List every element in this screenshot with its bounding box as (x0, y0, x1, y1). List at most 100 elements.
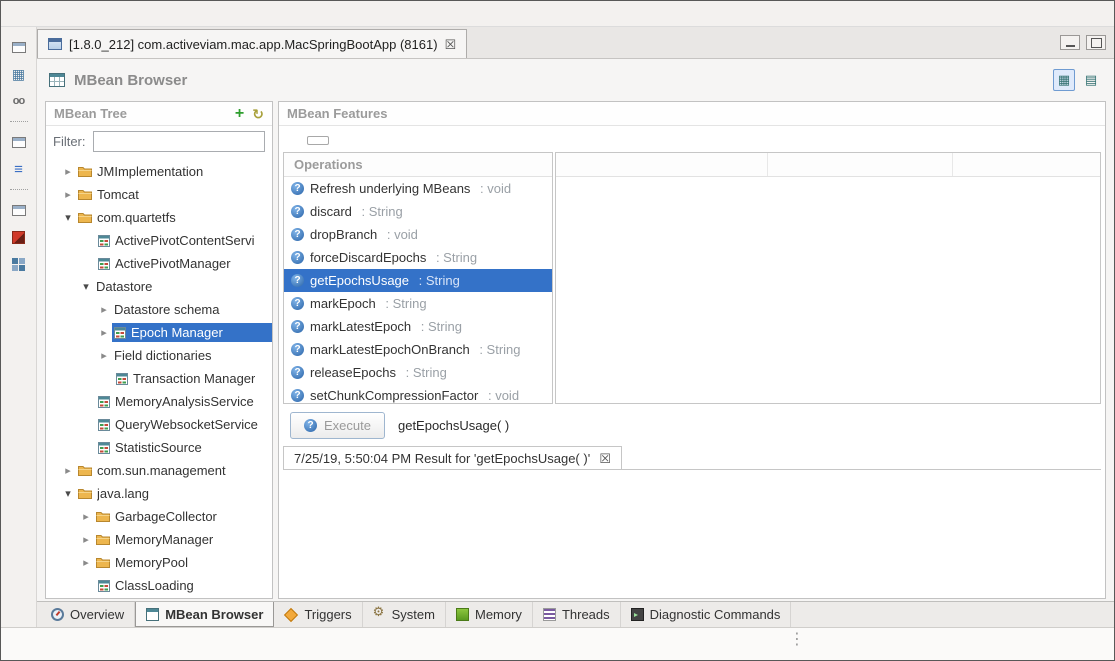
console-window-icon[interactable] (9, 202, 29, 218)
four-squares-icon (12, 258, 25, 271)
tree-node-label: ActivePivotManager (115, 256, 231, 271)
result-tab[interactable]: 7/25/19, 5:50:04 PM Result for 'getEpoch… (283, 446, 622, 469)
jvm-red-icon[interactable] (9, 229, 29, 245)
markEpoch[interactable]: markEpoch String (284, 292, 552, 315)
tab-diagnostic-commands[interactable]: Diagnostic Commands (621, 602, 792, 627)
tree-node[interactable]: Transaction Manager (46, 367, 272, 390)
expand-arrow-icon[interactable] (78, 510, 94, 523)
getEpochsUsage[interactable]: getEpochsUsage String (284, 269, 552, 292)
restore-window-icon[interactable] (9, 39, 29, 55)
tree-node[interactable]: ActivePivotContentServi (46, 229, 272, 252)
menu-window[interactable] (69, 11, 87, 17)
expand-arrow-icon[interactable] (60, 188, 76, 201)
editor-window-icon[interactable] (9, 134, 29, 150)
tree-node[interactable]: MemoryPool (46, 551, 272, 574)
tab-icon (543, 608, 556, 621)
tree-node[interactable]: Tomcat (46, 183, 272, 206)
tab-icon (284, 607, 298, 621)
splitter-grip-icon[interactable]: ⋮ (789, 632, 806, 648)
tab-attributes[interactable] (285, 137, 305, 144)
tab-notifications[interactable] (331, 137, 351, 144)
console-connection-tab[interactable]: [1.8.0_212] com.activeviam.mac.app.MacSp… (37, 29, 467, 58)
releaseEpochs[interactable]: releaseEpochs String (284, 361, 552, 384)
folder-icon (96, 534, 110, 545)
tree-node[interactable]: JMImplementation (46, 160, 272, 183)
tree-node-label: ClassLoading (115, 578, 194, 593)
tree-node[interactable]: com.sun.management (46, 459, 272, 482)
menu-edit[interactable] (29, 11, 47, 17)
chart-grid-icon[interactable]: ▦ (9, 66, 29, 82)
tree-node[interactable]: QueryWebsocketService (46, 413, 272, 436)
maximize-button[interactable] (1086, 35, 1106, 50)
execute-button[interactable]: Execute (290, 412, 385, 439)
Refresh underlying MBeans[interactable]: Refresh underlying MBeans void (284, 177, 552, 200)
split-layout-toggle-button[interactable]: ▦ (1053, 69, 1075, 91)
table-column-header[interactable] (556, 153, 768, 176)
tab-system[interactable]: System (363, 602, 446, 627)
refresh-tree-icon[interactable]: ↻ (252, 107, 264, 121)
tree-node[interactable]: com.quartetfs (46, 206, 272, 229)
tab-triggers[interactable]: Triggers (274, 602, 362, 627)
tree-node[interactable]: ClassLoading (46, 574, 272, 597)
tree-node[interactable]: GarbageCollector (46, 505, 272, 528)
expand-arrow-icon[interactable] (96, 326, 112, 339)
result-close-icon[interactable]: ☒ (599, 452, 611, 465)
people-icon[interactable]: oo (9, 93, 29, 109)
tab-threads[interactable]: Threads (533, 602, 621, 627)
tab-close-icon[interactable]: ☒ (445, 38, 457, 51)
tree-node[interactable]: Epoch Manager (46, 321, 272, 344)
tree-node[interactable]: MemoryAnalysisService (46, 390, 272, 413)
table-column-header[interactable] (768, 153, 953, 176)
filter-input[interactable] (93, 131, 266, 152)
expand-arrow-icon[interactable] (78, 280, 94, 293)
tab-mbean-browser[interactable]: MBean Browser (135, 602, 274, 627)
table-column-header[interactable] (953, 153, 1100, 176)
tree-node[interactable]: MemoryManager (46, 528, 272, 551)
expand-arrow-icon[interactable] (96, 349, 112, 362)
tree-node-label: com.quartetfs (97, 210, 176, 225)
tab-icon (631, 608, 644, 621)
tab-icon (51, 608, 64, 621)
operation-name: markLatestEpochOnBranch (310, 342, 470, 357)
properties-list-icon[interactable]: ≡ (9, 161, 29, 177)
stacked-layout-toggle-button[interactable]: ▤ (1080, 69, 1102, 91)
add-mbean-icon[interactable]: + (235, 106, 244, 122)
modules-grid-icon[interactable] (9, 256, 29, 272)
tree-node[interactable]: Datastore (46, 275, 272, 298)
menu-navigate[interactable] (49, 11, 67, 17)
setChunkCompressionFactor[interactable]: setChunkCompressionFactor void (284, 384, 552, 403)
tree-node[interactable]: StatisticSource (46, 436, 272, 459)
tab-metadata[interactable] (353, 137, 373, 144)
tree-node[interactable]: Field dictionaries (46, 344, 272, 367)
expand-arrow-icon[interactable] (60, 464, 76, 477)
expand-arrow-icon[interactable] (60, 211, 76, 224)
operations-list-header: Operations (284, 153, 552, 177)
expand-arrow-icon[interactable] (96, 303, 112, 316)
mbean-features-title: MBean Features (287, 106, 387, 121)
folder-icon (78, 166, 92, 177)
operation-return-type: String (402, 365, 447, 380)
tab-overview[interactable]: Overview (41, 602, 135, 627)
tab-icon (456, 608, 469, 621)
tab-memory[interactable]: Memory (446, 602, 533, 627)
discard[interactable]: discard String (284, 200, 552, 223)
tree-node[interactable]: java.lang (46, 482, 272, 505)
tab-label: MBean Browser (165, 607, 263, 622)
window-shape-icon (12, 42, 26, 53)
tree-node[interactable]: ActivePivotManager (46, 252, 272, 275)
menu-file[interactable] (9, 11, 27, 17)
markLatestEpochOnBranch[interactable]: markLatestEpochOnBranch String (284, 338, 552, 361)
menu-help[interactable] (89, 11, 107, 17)
dropBranch[interactable]: dropBranch void (284, 223, 552, 246)
forceDiscardEpochs[interactable]: forceDiscardEpochs String (284, 246, 552, 269)
markLatestEpoch[interactable]: markLatestEpoch String (284, 315, 552, 338)
tree-node[interactable]: Datastore schema (46, 298, 272, 321)
expand-arrow-icon[interactable] (60, 165, 76, 178)
tree-node-label: Tomcat (97, 187, 139, 202)
tab-operations[interactable] (307, 136, 329, 145)
expand-arrow-icon[interactable] (60, 487, 76, 500)
operation-name: Refresh underlying MBeans (310, 181, 470, 196)
expand-arrow-icon[interactable] (78, 556, 94, 569)
minimize-button[interactable] (1060, 35, 1080, 50)
expand-arrow-icon[interactable] (78, 533, 94, 546)
